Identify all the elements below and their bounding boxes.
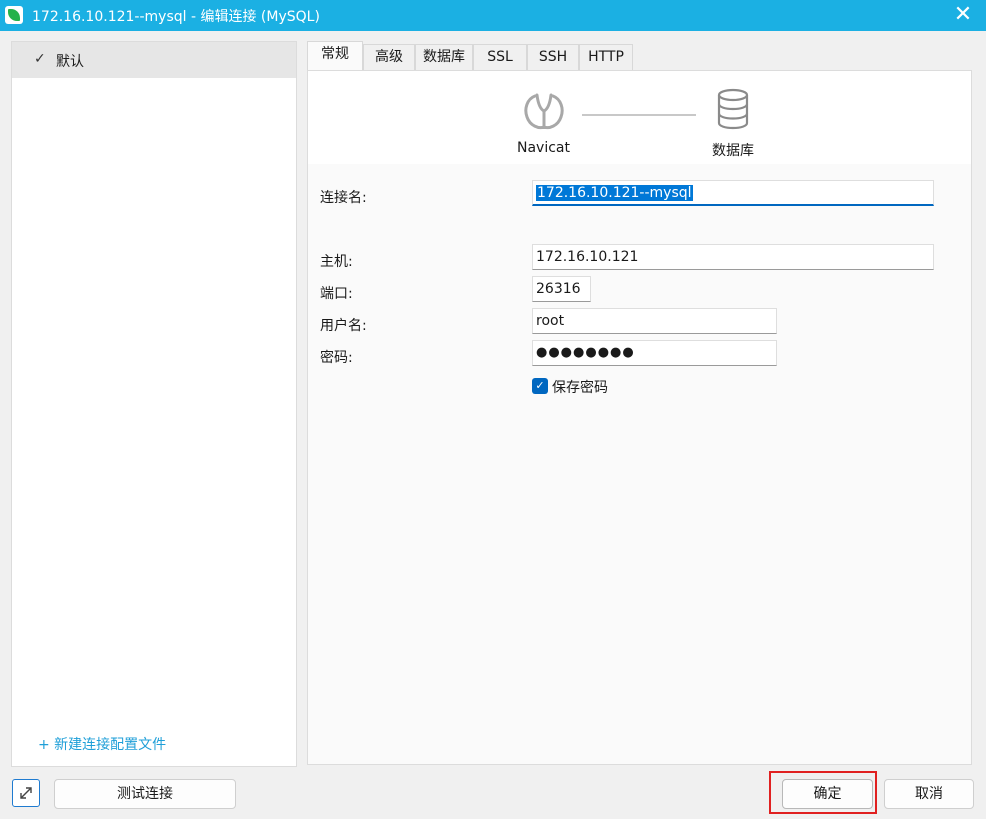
tab-ssh[interactable]: SSH [527,44,579,70]
connection-name-input[interactable]: 172.16.10.121--mysql [532,180,934,206]
connection-name-label: 连接名: [320,190,367,206]
connection-diagram: Navicat 数据库 [308,71,971,164]
expand-arrow-icon [20,787,32,799]
database-icon [717,88,749,130]
host-label: 主机: [320,254,353,270]
window-title: 172.16.10.121--mysql - 编辑连接 (MySQL) [32,9,320,25]
general-tab-content: Navicat 数据库 [307,70,972,765]
tab-database[interactable]: 数据库 [415,44,473,70]
host-input[interactable]: 172.16.10.121 [532,244,934,270]
save-password-label[interactable]: 保存密码 [552,377,608,397]
port-input[interactable]: 26316 [532,276,591,302]
cancel-button[interactable]: 取消 [884,779,974,809]
navicat-app-icon [5,6,23,24]
navicat-caption: Navicat [517,140,570,156]
database-caption: 数据库 [712,143,754,159]
test-connection-button[interactable]: 测试连接 [54,779,236,809]
profile-list-panel: ✓ 默认 + 新建连接配置文件 [11,41,297,767]
port-label: 端口: [320,286,353,302]
username-label: 用户名: [320,318,367,334]
close-icon[interactable]: ✕ [940,0,986,31]
tab-ssl[interactable]: SSL [473,44,527,70]
profile-item-label: 默认 [56,54,84,70]
navicat-logo-icon [524,93,564,130]
save-password-checkbox[interactable]: ✓ [532,378,548,394]
connector-line [582,114,696,116]
tab-general[interactable]: 常规 [307,41,363,71]
password-input[interactable]: ●●●●●●●● [532,340,777,366]
new-connection-profile-link[interactable]: + 新建连接配置文件 [38,734,166,754]
ok-button-highlight [769,771,877,814]
connection-name-value: 172.16.10.121--mysql [536,185,693,201]
expand-icon[interactable] [12,779,40,807]
check-icon: ✓ [34,51,46,67]
username-input[interactable]: root [532,308,777,334]
tab-http[interactable]: HTTP [579,44,633,70]
tab-advanced[interactable]: 高级 [363,44,415,70]
password-label: 密码: [320,350,353,366]
profile-item-default[interactable]: ✓ 默认 [12,42,296,78]
title-bar: 172.16.10.121--mysql - 编辑连接 (MySQL) ✕ [0,0,986,31]
